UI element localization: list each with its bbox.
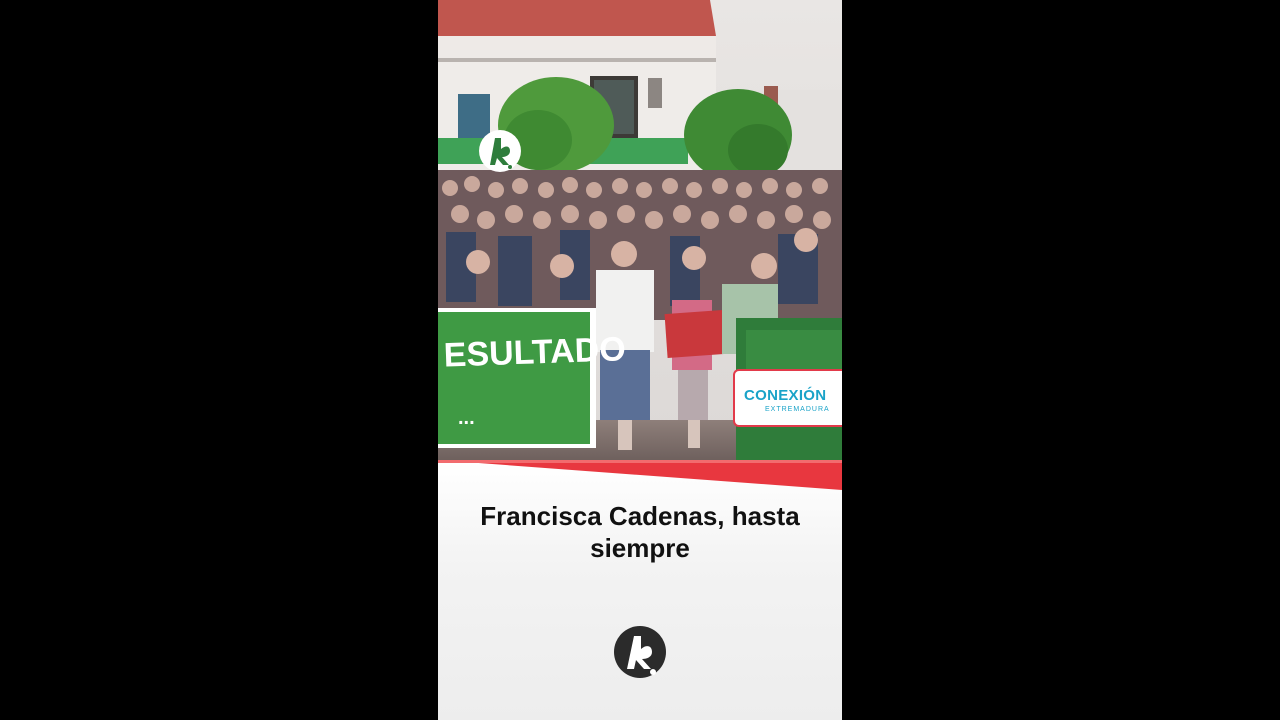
video-player[interactable]: ESULTADO ... CONEXIÓN EXTREMADURA Franci… bbox=[0, 0, 1280, 720]
video-title: Francisca Cadenas, hasta siempre bbox=[480, 501, 800, 563]
banner-dots: ... bbox=[458, 407, 475, 429]
short-video-frame[interactable]: ESULTADO ... CONEXIÓN EXTREMADURA Franci… bbox=[438, 0, 842, 720]
brand-subtitle: EXTREMADURA bbox=[765, 406, 830, 413]
channel-logo-icon bbox=[479, 130, 521, 172]
brand-name: CONEXIÓN bbox=[744, 387, 827, 404]
channel-logo-icon[interactable] bbox=[613, 625, 667, 679]
accent-stripe bbox=[438, 460, 842, 490]
conexion-extremadura-logo: CONEXIÓN EXTREMADURA bbox=[733, 369, 842, 427]
banner-text: ESULTADO bbox=[443, 330, 626, 374]
